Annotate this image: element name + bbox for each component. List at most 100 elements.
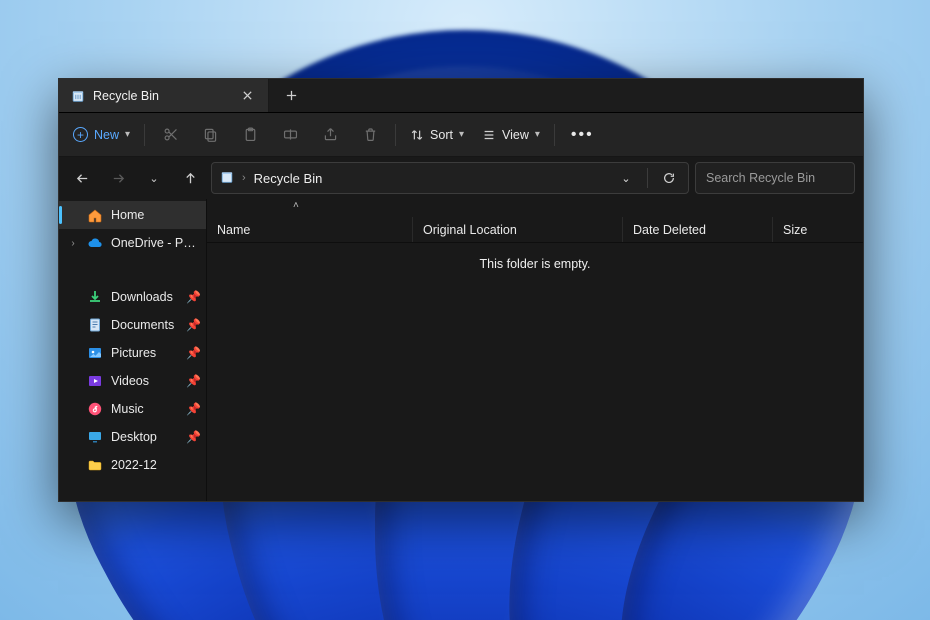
- breadcrumb-item[interactable]: Recycle Bin: [254, 171, 323, 186]
- refresh-button[interactable]: [656, 165, 682, 191]
- content-pane: ˄ Name Original Location Date Deleted Si…: [207, 199, 863, 501]
- download-icon: [87, 289, 103, 305]
- divider: [395, 124, 396, 146]
- title-bar: Recycle Bin: [59, 79, 863, 113]
- command-bar: + New ▾ Sort ▾ View: [59, 113, 863, 157]
- sidebar-item-desktop[interactable]: Desktop 📌: [59, 423, 206, 451]
- sidebar-item-downloads[interactable]: Downloads 📌: [59, 283, 206, 311]
- sidebar-item-documents[interactable]: Documents 📌: [59, 311, 206, 339]
- sidebar-item-label: Documents: [111, 318, 178, 332]
- recycle-bin-icon: [71, 89, 85, 103]
- arrow-up-icon: [183, 171, 198, 186]
- pin-icon: 📌: [186, 402, 200, 416]
- pin-icon: 📌: [186, 430, 200, 444]
- sort-label: Sort: [430, 128, 453, 142]
- column-label: Name: [217, 223, 250, 237]
- videos-icon: [87, 373, 103, 389]
- forward-button[interactable]: [103, 163, 133, 193]
- tab-recycle-bin[interactable]: Recycle Bin: [59, 79, 269, 112]
- recycle-bin-icon: [220, 170, 234, 187]
- search-placeholder: Search Recycle Bin: [706, 171, 815, 185]
- tab-title: Recycle Bin: [93, 89, 228, 103]
- sort-icon: [410, 128, 424, 142]
- pin-icon: 📌: [186, 290, 200, 304]
- sidebar-item-videos[interactable]: Videos 📌: [59, 367, 206, 395]
- chevron-down-icon: ▾: [535, 129, 540, 140]
- column-label: Size: [783, 223, 807, 237]
- folder-icon: [87, 457, 103, 473]
- more-icon: •••: [571, 126, 594, 144]
- rename-button[interactable]: [271, 119, 309, 151]
- back-button[interactable]: [67, 163, 97, 193]
- sidebar-item-label: 2022-12: [111, 458, 200, 472]
- more-button[interactable]: •••: [561, 119, 604, 151]
- sidebar-item-folder[interactable]: 2022-12: [59, 451, 206, 479]
- new-button-label: New: [94, 128, 119, 142]
- sidebar-item-label: Home: [111, 208, 200, 222]
- empty-folder-message: This folder is empty.: [207, 243, 863, 271]
- column-header-original-location[interactable]: Original Location: [413, 217, 623, 242]
- tab-close-button[interactable]: [236, 85, 258, 107]
- desktop-icon: [87, 429, 103, 445]
- column-label: Original Location: [423, 223, 517, 237]
- column-headers: Name Original Location Date Deleted Size: [207, 217, 863, 243]
- trash-icon: [362, 126, 379, 143]
- clipboard-icon: [242, 126, 259, 143]
- sidebar-item-home[interactable]: Home: [59, 201, 206, 229]
- search-input[interactable]: Search Recycle Bin: [695, 162, 855, 194]
- column-label: Date Deleted: [633, 223, 706, 237]
- column-header-name[interactable]: Name: [207, 217, 413, 242]
- pin-icon: 📌: [186, 374, 200, 388]
- sidebar-item-label: Downloads: [111, 290, 178, 304]
- sidebar-item-label: Music: [111, 402, 178, 416]
- breadcrumb-separator: ›: [242, 172, 246, 184]
- address-history-button[interactable]: ⌄: [613, 165, 639, 191]
- share-icon: [322, 126, 339, 143]
- cloud-icon: [87, 235, 103, 251]
- new-tab-button[interactable]: [269, 79, 313, 112]
- column-header-size[interactable]: Size: [773, 217, 863, 242]
- arrow-left-icon: [75, 171, 90, 186]
- rename-icon: [282, 126, 299, 143]
- divider: [144, 124, 145, 146]
- list-icon: [482, 128, 496, 142]
- up-button[interactable]: [175, 163, 205, 193]
- recent-locations-button[interactable]: ⌄: [139, 163, 169, 193]
- view-button[interactable]: View ▾: [474, 119, 548, 151]
- document-icon: [87, 317, 103, 333]
- navigation-bar: ⌄ › Recycle Bin ⌄ Search Recycle Bin: [59, 157, 863, 199]
- delete-button[interactable]: [351, 119, 389, 151]
- sort-button[interactable]: Sort ▾: [402, 119, 472, 151]
- sort-caret-icon: ˄: [293, 200, 299, 211]
- explorer-body: Home › OneDrive - Perso Downloads 📌: [59, 199, 863, 501]
- column-header-date-deleted[interactable]: Date Deleted: [623, 217, 773, 242]
- copy-button[interactable]: [191, 119, 229, 151]
- sort-indicator-row: ˄: [207, 199, 863, 217]
- sidebar-item-pictures[interactable]: Pictures 📌: [59, 339, 206, 367]
- pictures-icon: [87, 345, 103, 361]
- scissors-icon: [162, 126, 179, 143]
- home-icon: [87, 207, 103, 223]
- pin-icon: 📌: [186, 346, 200, 360]
- sidebar-item-onedrive[interactable]: › OneDrive - Perso: [59, 229, 206, 257]
- sidebar-item-label: Desktop: [111, 430, 178, 444]
- sidebar-item-label: Pictures: [111, 346, 178, 360]
- new-button[interactable]: + New ▾: [65, 119, 138, 151]
- refresh-icon: [662, 171, 676, 185]
- navigation-pane: Home › OneDrive - Perso Downloads 📌: [59, 199, 207, 501]
- pin-icon: 📌: [186, 318, 200, 332]
- paste-button[interactable]: [231, 119, 269, 151]
- chevron-down-icon: ▾: [459, 129, 464, 140]
- sidebar-item-label: Videos: [111, 374, 178, 388]
- expand-icon[interactable]: ›: [67, 238, 79, 249]
- divider: [647, 168, 648, 188]
- copy-icon: [202, 126, 219, 143]
- share-button[interactable]: [311, 119, 349, 151]
- view-label: View: [502, 128, 529, 142]
- address-bar[interactable]: › Recycle Bin ⌄: [211, 162, 689, 194]
- cut-button[interactable]: [151, 119, 189, 151]
- chevron-down-icon: ⌄: [621, 172, 630, 185]
- file-explorer-window: Recycle Bin + New ▾: [58, 78, 864, 502]
- sidebar-item-music[interactable]: Music 📌: [59, 395, 206, 423]
- arrow-right-icon: [111, 171, 126, 186]
